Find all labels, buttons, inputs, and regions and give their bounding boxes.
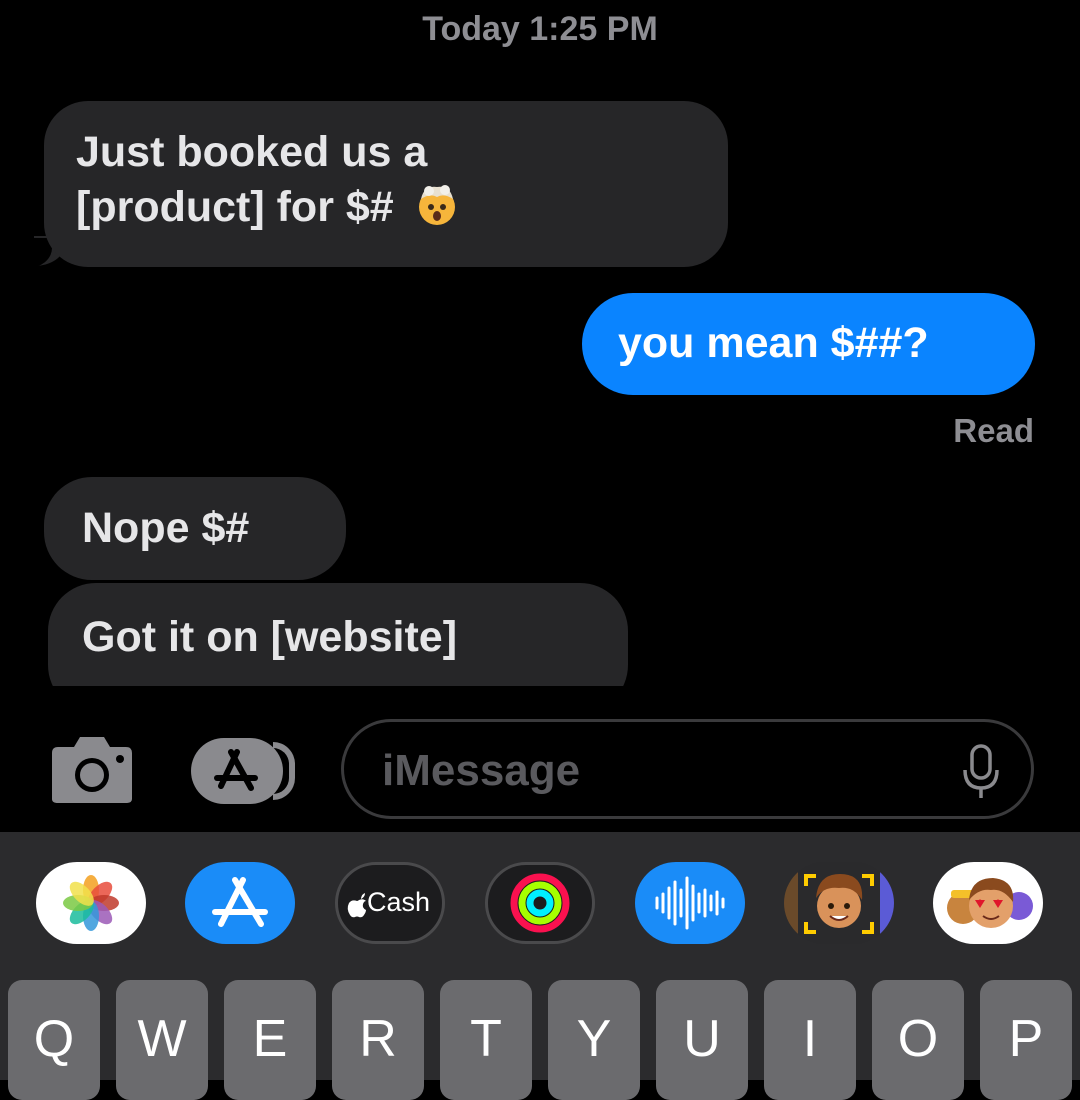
memoji-stickers-icon [947, 878, 1033, 928]
message-bubble-incoming[interactable]: Nope $# [44, 477, 346, 580]
message-text: Nope $# [82, 504, 250, 552]
waveform-icon [655, 876, 725, 930]
key-e[interactable]: E [224, 980, 316, 1100]
app-store-icon [212, 877, 268, 927]
key-o[interactable]: O [872, 980, 964, 1100]
apple-cash-app-button[interactable]: Cash [335, 862, 445, 944]
audio-message-app-button[interactable] [635, 862, 745, 944]
camera-icon[interactable] [48, 735, 136, 805]
memoji-icon [784, 862, 894, 944]
key-u[interactable]: U [656, 980, 748, 1100]
photos-app-button[interactable] [36, 862, 146, 944]
message-text: you mean $##? [618, 319, 929, 367]
activity-app-button[interactable] [485, 862, 595, 944]
app-store-icon [214, 749, 258, 791]
key-i[interactable]: I [764, 980, 856, 1100]
key-r[interactable]: R [332, 980, 424, 1100]
exploding-head-emoji-icon [418, 185, 455, 225]
photos-icon [63, 875, 119, 931]
message-text: Got it on [website] [82, 613, 458, 661]
key-y[interactable]: Y [548, 980, 640, 1100]
message-text: [product] for $# [76, 180, 696, 235]
read-receipt: Read [953, 412, 1034, 449]
app-store-button[interactable] [191, 738, 295, 804]
message-bubble-incoming[interactable]: Just booked us a [product] for $# [44, 101, 728, 267]
cash-label: Cash [367, 887, 431, 917]
key-t[interactable]: T [440, 980, 532, 1100]
memoji-stickers-app-button[interactable] [933, 862, 1043, 944]
activity-rings-icon [510, 873, 570, 933]
key-p[interactable]: P [980, 980, 1072, 1100]
message-clip: Got it on [website] [0, 583, 1080, 686]
key-q[interactable]: Q [8, 980, 100, 1100]
input-placeholder: iMessage [382, 746, 581, 795]
message-bubble-incoming[interactable]: Got it on [website] [48, 583, 628, 686]
apple-logo-icon [347, 893, 366, 918]
timestamp: Today 1:25 PM [422, 10, 658, 48]
microphone-icon[interactable] [961, 744, 1001, 800]
message-input[interactable]: iMessage [341, 719, 1034, 819]
message-text: Just booked us a [76, 128, 428, 176]
message-bubble-outgoing[interactable]: you mean $##? [582, 293, 1035, 395]
app-store-app-button[interactable] [185, 862, 295, 944]
key-w[interactable]: W [116, 980, 208, 1100]
memoji-app-button[interactable] [784, 862, 894, 944]
